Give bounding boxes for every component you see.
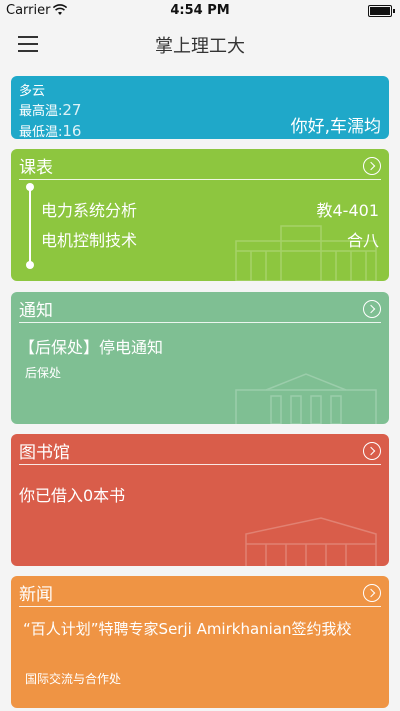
chevron-right-icon[interactable] [363, 584, 381, 602]
page-title: 掌上理工大 [155, 36, 245, 57]
notice-card[interactable]: 通知 【后保处】停电通知 后保处 [11, 292, 389, 424]
low-temp-value: 16 [62, 122, 82, 139]
high-temp-value: 27 [62, 101, 82, 119]
course-name[interactable]: 电力系统分析 [41, 197, 137, 221]
course-name[interactable]: 电机控制技术 [41, 227, 137, 251]
divider [19, 322, 381, 323]
chevron-right-icon[interactable] [363, 300, 381, 318]
news-item-title[interactable]: “百人计划”特聘专家Serji Amirkhanian签约我校 [23, 618, 373, 640]
notice-item-title[interactable]: 【后保处】停电通知 [19, 334, 163, 358]
schedule-card[interactable]: 课表 电力系统分析 教4-401 电机控制技术 合八 [11, 149, 389, 281]
news-item-source: 国际交流与合作处 [25, 672, 122, 686]
battery-icon [368, 5, 395, 17]
greeting-text: 你好,车濡均 [290, 117, 381, 137]
chevron-right-icon[interactable] [363, 442, 381, 460]
news-card[interactable]: 新闻 “百人计划”特聘专家Serji Amirkhanian签约我校 国际交流与… [11, 576, 389, 708]
notice-item-source: 后保处 [25, 366, 62, 380]
divider [19, 179, 381, 180]
schedule-title: 课表 [19, 158, 53, 178]
building-illustration [245, 517, 377, 566]
high-temp-row: 最高温:27 [19, 100, 81, 119]
high-temp-label: 最高温: [19, 104, 63, 119]
building-illustration [235, 373, 377, 424]
library-card[interactable]: 图书馆 你已借入0本书 [11, 434, 389, 566]
course-room: 教4-401 [316, 201, 380, 220]
news-title: 新闻 [19, 585, 53, 605]
timeline-dot [26, 183, 34, 191]
nav-bar: 掌上理工大 [0, 22, 400, 66]
course-room: 合八 [346, 231, 379, 250]
low-temp-label: 最低温: [19, 125, 63, 139]
low-temp-row: 最低温:16 [19, 121, 81, 139]
weather-condition: 多云 [19, 84, 46, 99]
timeline-dot [26, 261, 34, 269]
library-borrow-info: 你已借入0本书 [19, 486, 126, 505]
library-title: 图书馆 [19, 443, 70, 463]
weather-card: 多云 最高温:27 最低温:16 你好,车濡均 [11, 76, 389, 139]
divider [19, 464, 381, 465]
divider [19, 606, 381, 607]
chevron-right-icon[interactable] [363, 157, 381, 175]
status-time: 4:54 PM [170, 3, 230, 18]
notice-title: 通知 [19, 301, 53, 321]
timeline-line [29, 187, 31, 267]
status-bar: Carrier 4:54 PM [0, 0, 400, 22]
